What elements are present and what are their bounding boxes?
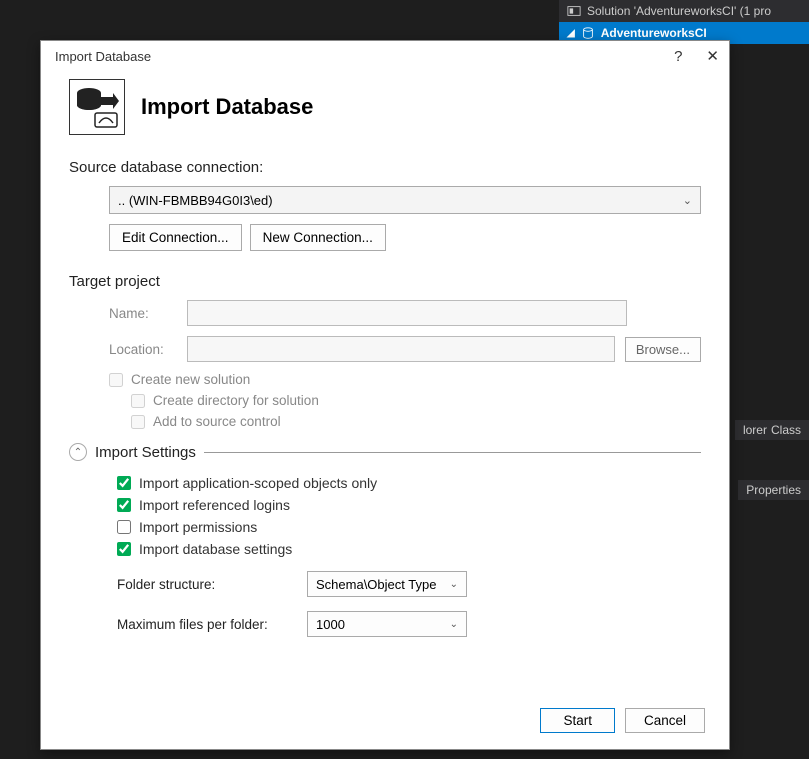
create-directory-label: Create directory for solution	[153, 393, 319, 408]
solution-explorer-tab[interactable]: lorer	[743, 423, 767, 437]
connection-value: .. (WIN-FBMBB94G0I3\ed)	[118, 193, 273, 208]
database-import-icon	[69, 79, 125, 135]
properties-tab[interactable]: Properties	[738, 480, 809, 500]
solution-explorer-panel: Solution 'AdventureworksCI' (1 pro ◢ Adv…	[559, 0, 809, 44]
add-source-control-checkbox	[131, 415, 145, 429]
target-project-label: Target project	[69, 273, 701, 290]
cancel-button[interactable]: Cancel	[625, 708, 705, 733]
import-settings-label: Import Settings	[95, 444, 196, 461]
solution-icon	[567, 4, 581, 18]
solution-node[interactable]: Solution 'AdventureworksCI' (1 pro	[559, 0, 809, 22]
folder-structure-select[interactable]: Schema\Object Type ⌄	[307, 571, 467, 597]
project-name: AdventureworksCI	[601, 26, 707, 40]
import-app-scoped-checkbox[interactable]	[117, 476, 131, 490]
side-tab-strip: lorer Class	[735, 420, 809, 440]
chevron-down-icon: ⌄	[450, 619, 458, 630]
edit-connection-button[interactable]: Edit Connection...	[109, 224, 242, 251]
dialog-title: Import Database	[55, 49, 151, 64]
connection-dropdown[interactable]: .. (WIN-FBMBB94G0I3\ed) ⌄	[109, 186, 701, 214]
class-view-tab[interactable]: Class	[771, 423, 801, 437]
source-connection-label: Source database connection:	[69, 159, 701, 176]
import-permissions-checkbox[interactable]	[117, 520, 131, 534]
add-source-control-label: Add to source control	[153, 414, 281, 429]
browse-button[interactable]: Browse...	[625, 337, 701, 362]
chevron-down-icon: ⌄	[683, 194, 692, 207]
import-permissions-label: Import permissions	[139, 519, 257, 535]
divider	[204, 452, 701, 453]
help-button[interactable]: ?	[674, 48, 682, 65]
create-solution-label: Create new solution	[131, 372, 250, 387]
dialog-heading: Import Database	[141, 94, 313, 120]
name-label: Name:	[109, 306, 187, 321]
import-logins-checkbox[interactable]	[117, 498, 131, 512]
name-input[interactable]	[187, 300, 627, 326]
import-logins-label: Import referenced logins	[139, 497, 290, 513]
chevron-down-icon: ⌄	[450, 579, 458, 590]
import-db-settings-checkbox[interactable]	[117, 542, 131, 556]
new-connection-button[interactable]: New Connection...	[250, 224, 386, 251]
expand-arrow-icon[interactable]: ◢	[567, 28, 575, 39]
max-files-label: Maximum files per folder:	[117, 617, 287, 632]
close-button[interactable]: ✕	[706, 47, 719, 65]
dialog-titlebar: Import Database ? ✕	[41, 41, 729, 67]
import-db-settings-label: Import database settings	[139, 541, 292, 557]
solution-text: Solution 'AdventureworksCI' (1 pro	[587, 4, 771, 18]
create-directory-checkbox	[131, 394, 145, 408]
start-button[interactable]: Start	[540, 708, 615, 733]
location-label: Location:	[109, 342, 187, 357]
create-solution-checkbox	[109, 373, 123, 387]
import-app-scoped-label: Import application-scoped objects only	[139, 475, 377, 491]
max-files-select[interactable]: 1000 ⌄	[307, 611, 467, 637]
location-input[interactable]	[187, 336, 615, 362]
folder-structure-label: Folder structure:	[117, 577, 287, 592]
import-database-dialog: Import Database ? ✕ Import Database Sour…	[40, 40, 730, 750]
collapse-settings-button[interactable]: ⌃	[69, 443, 87, 461]
database-project-icon	[581, 26, 595, 40]
